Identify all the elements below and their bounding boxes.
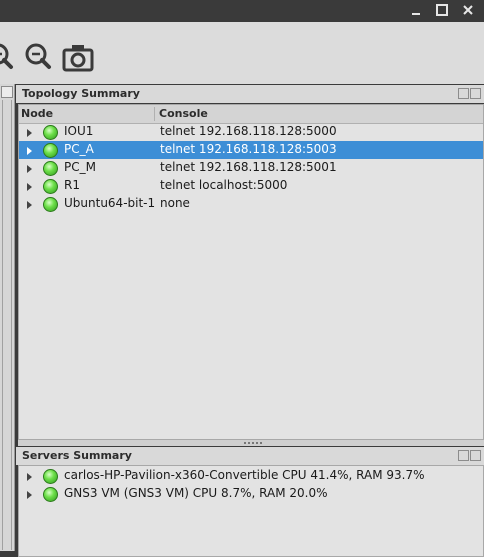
scroll-up-arrow-icon[interactable] [1,86,13,98]
column-header-node[interactable]: Node [21,107,53,120]
expand-arrow-icon[interactable] [27,201,32,209]
servers-title: Servers Summary [22,449,132,462]
status-green-icon [43,179,58,194]
column-header-console[interactable]: Console [159,107,208,120]
topology-dock-title: Topology Summary [16,85,484,103]
server-label: GNS3 VM (GNS3 VM) CPU 8.7%, RAM 20.0% [64,486,328,500]
node-name: IOU1 [64,124,94,138]
expand-arrow-icon[interactable] [27,183,32,191]
expand-arrow-icon[interactable] [27,473,32,481]
window-titlebar [0,0,484,22]
servers-dock-controls [458,450,481,462]
dock-close-icon[interactable] [470,88,481,99]
minimize-icon[interactable] [406,2,426,20]
zoom-in-icon[interactable] [0,42,14,73]
topology-title: Topology Summary [22,87,140,100]
node-console: telnet 192.168.118.128:5000 [160,124,337,138]
table-row[interactable]: Ubuntu64-bit-1 none [19,195,483,213]
toolbar [0,22,484,84]
server-label: carlos-HP-Pavilion-x360-Convertible CPU … [64,468,425,482]
status-green-icon [43,161,58,176]
expand-arrow-icon[interactable] [27,491,32,499]
table-row[interactable]: IOU1 telnet 192.168.118.128:5000 [19,123,483,141]
zoom-out-icon[interactable] [24,42,52,73]
table-row[interactable]: R1 telnet localhost:5000 [19,177,483,195]
node-console: telnet localhost:5000 [160,178,288,192]
list-item[interactable]: GNS3 VM (GNS3 VM) CPU 8.7%, RAM 20.0% [19,485,483,503]
node-console: telnet 192.168.118.128:5001 [160,160,337,174]
status-green-icon [43,125,58,140]
dock-splitter[interactable] [18,440,484,446]
status-green-icon [43,143,58,158]
node-name: PC_A [64,142,94,156]
node-console: telnet 192.168.118.128:5003 [160,142,337,156]
expand-arrow-icon[interactable] [27,165,32,173]
maximize-icon[interactable] [432,2,452,20]
dock-close-icon[interactable] [470,450,481,461]
expand-arrow-icon[interactable] [27,147,32,155]
status-green-icon [43,197,58,212]
node-name: PC_M [64,160,96,174]
list-item[interactable]: carlos-HP-Pavilion-x360-Convertible CPU … [19,467,483,485]
close-icon[interactable] [458,2,478,20]
status-green-icon [43,469,58,484]
dock-float-icon[interactable] [458,450,469,461]
expand-arrow-icon[interactable] [27,129,32,137]
servers-panel: carlos-HP-Pavilion-x360-Convertible CPU … [18,465,484,557]
topology-header: Node Console [19,105,483,124]
node-console: none [160,196,190,210]
topology-panel: Node Console IOU1 telnet 192.168.118.128… [18,104,484,440]
screenshot-icon[interactable] [62,44,94,75]
status-green-icon [43,487,58,502]
table-row[interactable]: PC_M telnet 192.168.118.128:5001 [19,159,483,177]
table-row-selected[interactable]: PC_A telnet 192.168.118.128:5003 [19,141,483,159]
node-name: R1 [64,178,80,192]
scroll-track[interactable] [2,100,12,550]
dock-float-icon[interactable] [458,88,469,99]
servers-dock-title: Servers Summary [16,447,484,465]
workspace-scrollbar[interactable] [0,84,15,551]
topology-dock-controls [458,88,481,100]
node-name: Ubuntu64-bit-1 [64,196,156,210]
